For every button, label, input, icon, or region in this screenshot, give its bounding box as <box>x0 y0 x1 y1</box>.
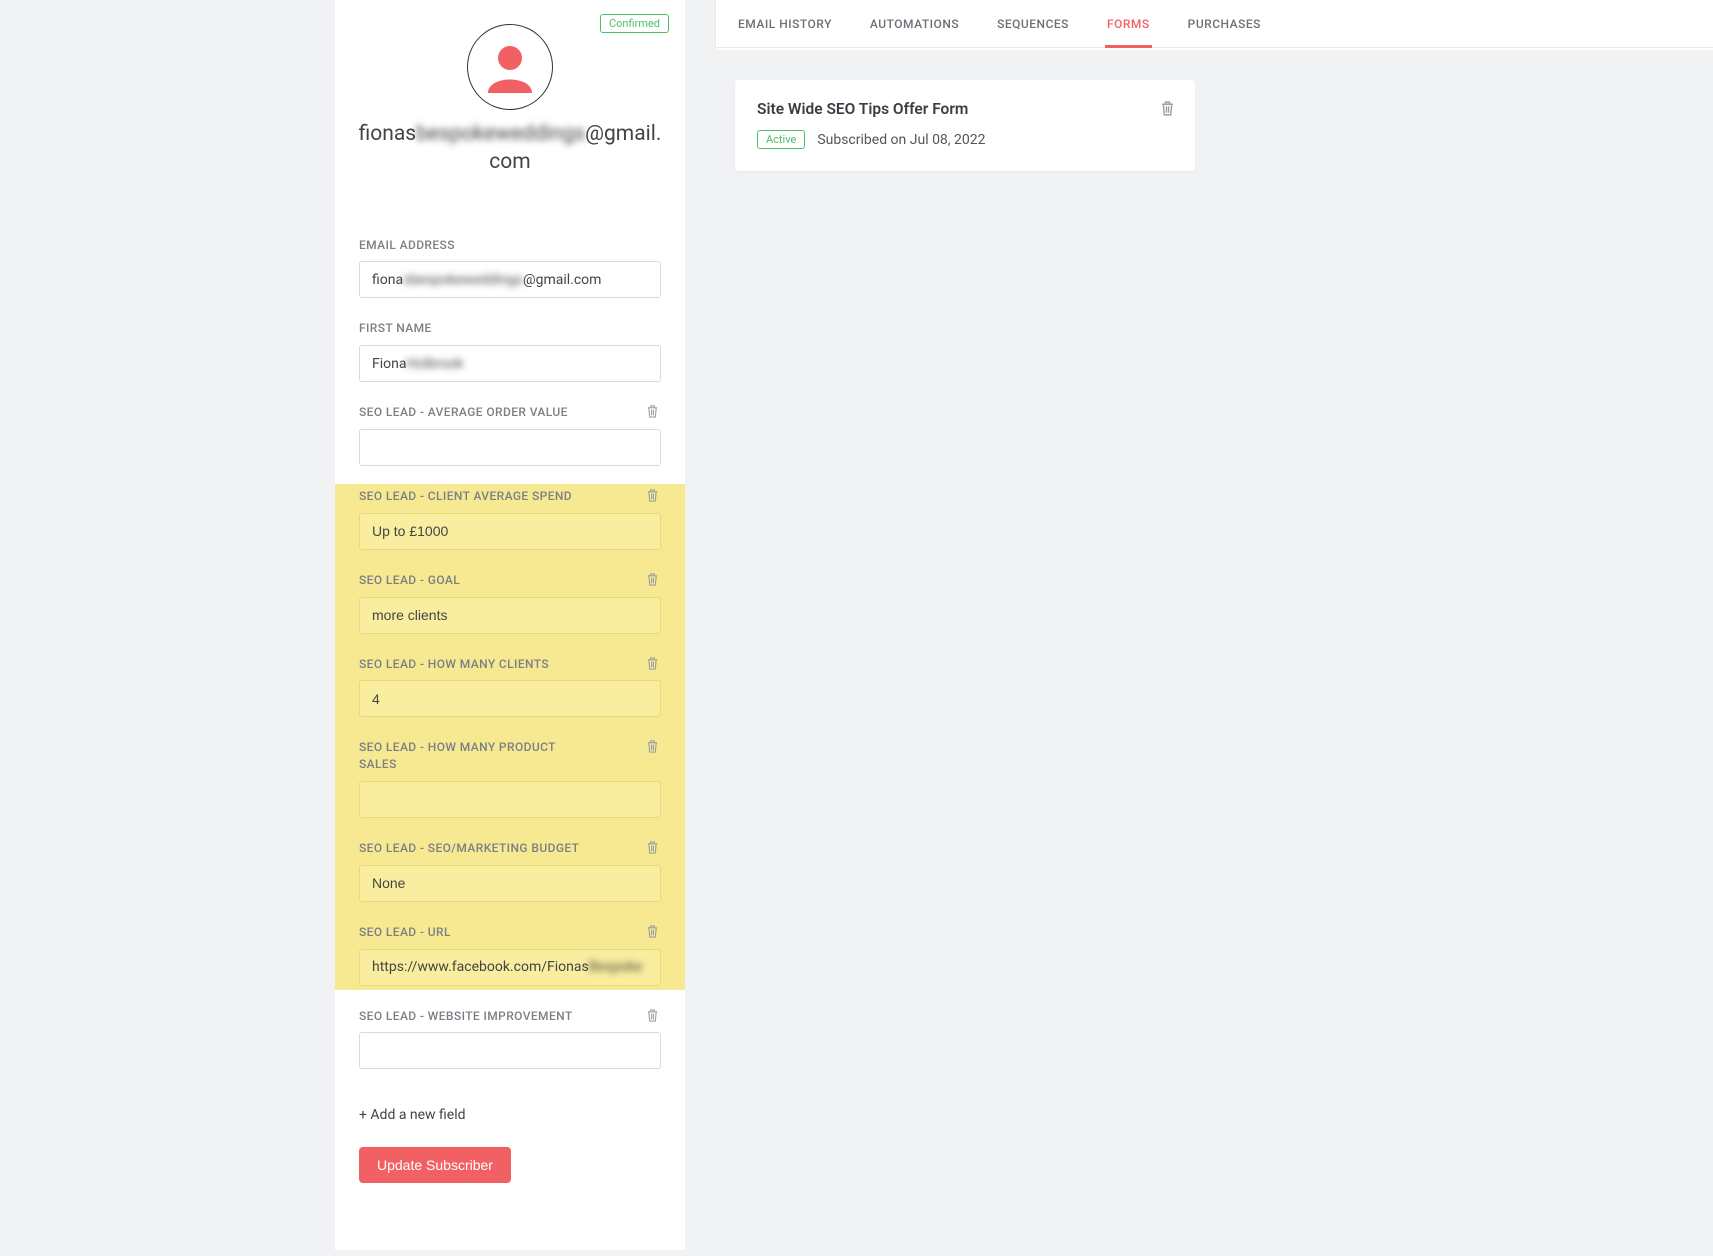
field-url: SEO LEAD - URL https://www.facebook.com/… <box>359 920 661 990</box>
website-improvement-input[interactable] <box>359 1032 661 1069</box>
field-label: SEO LEAD - WEBSITE IMPROVEMENT <box>359 1008 573 1025</box>
tab-body-forms: Site Wide SEO Tips Offer Form Active Sub… <box>715 50 1713 1250</box>
client-avg-spend-input[interactable] <box>359 513 661 550</box>
tabs: EMAIL HISTORY AUTOMATIONS SEQUENCES FORM… <box>716 0 1713 48</box>
email-title-prefix: fionas <box>359 122 416 146</box>
field-label: SEO LEAD - CLIENT AVERAGE SPEND <box>359 488 572 505</box>
email-title-blur: bespokeweddings <box>416 122 585 146</box>
field-label: SEO LEAD - URL <box>359 924 451 941</box>
clients-input[interactable] <box>359 680 661 717</box>
field-label: SEO LEAD - GOAL <box>359 572 460 589</box>
subscribed-text: Subscribed on Jul 08, 2022 <box>817 132 985 148</box>
add-field-link[interactable]: + Add a new field <box>359 1107 466 1123</box>
tab-forms[interactable]: FORMS <box>1105 0 1152 48</box>
update-subscriber-button[interactable]: Update Subscriber <box>359 1147 511 1183</box>
subscriber-email-title: fionasbespokeweddings@gmail.com <box>357 120 663 177</box>
avatar-wrap <box>335 24 685 110</box>
field-how-many-clients: SEO LEAD - HOW MANY CLIENTS <box>359 652 661 722</box>
delete-field-button[interactable] <box>644 488 661 503</box>
avatar <box>467 24 553 110</box>
delete-field-button[interactable] <box>644 572 661 587</box>
trash-icon <box>646 1008 659 1023</box>
delete-field-button[interactable] <box>644 840 661 855</box>
field-label: EMAIL ADDRESS <box>359 237 455 254</box>
trash-icon <box>646 656 659 671</box>
delete-field-button[interactable] <box>644 404 661 419</box>
form-card-title: Site Wide SEO Tips Offer Form <box>757 100 1173 118</box>
page-layout: Confirmed fionasbespokeweddings@gmail.co… <box>0 0 1713 1250</box>
product-sales-input[interactable] <box>359 781 661 818</box>
person-icon <box>482 39 538 95</box>
highlighted-fields: SEO LEAD - CLIENT AVERAGE SPEND SEO LEAD… <box>335 484 685 990</box>
field-product-sales: SEO LEAD - HOW MANY PRODUCT SALES <box>359 735 661 822</box>
delete-field-button[interactable] <box>644 924 661 939</box>
right-panel: EMAIL HISTORY AUTOMATIONS SEQUENCES FORM… <box>715 0 1713 1250</box>
field-label: SEO LEAD - HOW MANY CLIENTS <box>359 656 549 673</box>
field-budget: SEO LEAD - SEO/MARKETING BUDGET <box>359 836 661 906</box>
fields-section: EMAIL ADDRESS fionasbespokeweddings@gmai… <box>335 233 685 1184</box>
delete-field-button[interactable] <box>644 656 661 671</box>
field-first-name: FIRST NAME Fiona Holbrook <box>359 316 661 386</box>
field-client-avg-spend: SEO LEAD - CLIENT AVERAGE SPEND <box>359 484 661 554</box>
subscriber-card: Confirmed fionasbespokeweddings@gmail.co… <box>335 0 685 1250</box>
active-badge: Active <box>757 130 805 149</box>
tab-purchases[interactable]: PURCHASES <box>1186 0 1263 47</box>
field-goal: SEO LEAD - GOAL <box>359 568 661 638</box>
field-aov: SEO LEAD - AVERAGE ORDER VALUE <box>359 400 661 470</box>
confirmed-badge: Confirmed <box>600 14 669 33</box>
trash-icon <box>1160 100 1175 117</box>
field-label: FIRST NAME <box>359 320 432 337</box>
tab-sequences[interactable]: SEQUENCES <box>995 0 1071 47</box>
delete-field-button[interactable] <box>644 739 661 754</box>
field-website-improvement: SEO LEAD - WEBSITE IMPROVEMENT <box>359 1004 661 1074</box>
field-label: SEO LEAD - AVERAGE ORDER VALUE <box>359 404 568 421</box>
trash-icon <box>646 924 659 939</box>
tab-automations[interactable]: AUTOMATIONS <box>868 0 961 47</box>
goal-input[interactable] <box>359 597 661 634</box>
field-label: SEO LEAD - HOW MANY PRODUCT SALES <box>359 739 589 773</box>
field-email: EMAIL ADDRESS fionasbespokeweddings@gmai… <box>359 233 661 303</box>
trash-icon <box>646 739 659 754</box>
url-input[interactable]: https://www.facebook.com/FionasBespoke <box>359 949 661 986</box>
trash-icon <box>646 572 659 587</box>
trash-icon <box>646 840 659 855</box>
first-name-input[interactable]: Fiona Holbrook <box>359 345 661 382</box>
field-label: SEO LEAD - SEO/MARKETING BUDGET <box>359 840 579 857</box>
delete-field-button[interactable] <box>644 1008 661 1023</box>
tab-email-history[interactable]: EMAIL HISTORY <box>736 0 834 47</box>
form-card: Site Wide SEO Tips Offer Form Active Sub… <box>735 80 1195 171</box>
trash-icon <box>646 404 659 419</box>
aov-input[interactable] <box>359 429 661 466</box>
delete-form-button[interactable] <box>1160 100 1175 121</box>
email-input[interactable]: fionasbespokeweddings@gmail.com <box>359 261 661 298</box>
budget-input[interactable] <box>359 865 661 902</box>
trash-icon <box>646 488 659 503</box>
